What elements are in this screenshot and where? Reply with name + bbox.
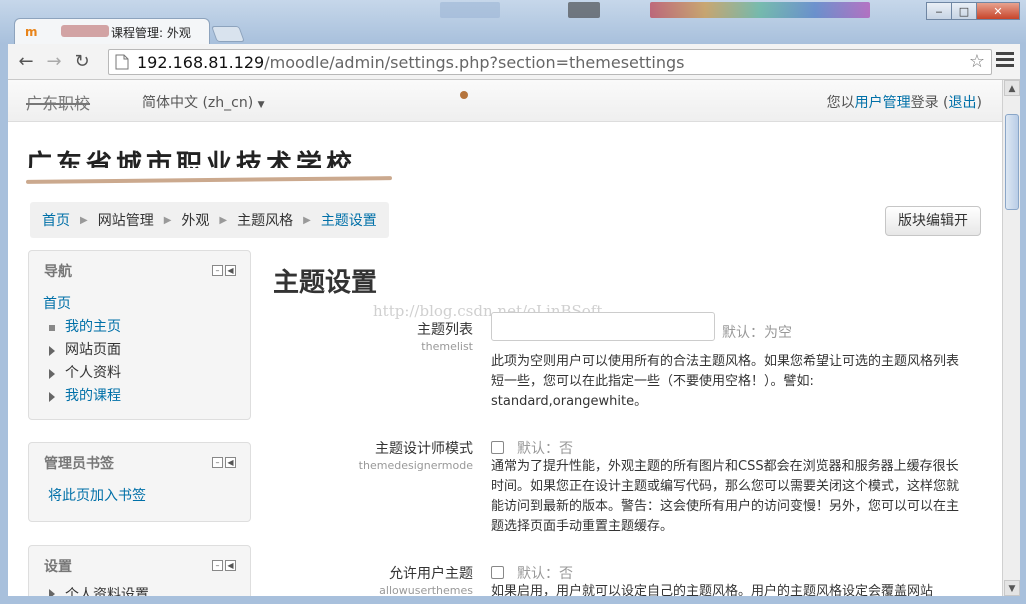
breadcrumb-separator-icon: ▶ — [80, 214, 88, 226]
block-controls: – ◀ — [212, 560, 236, 571]
themedesignermode-checkbox[interactable] — [491, 441, 504, 454]
logout-link[interactable]: 退出 — [949, 95, 977, 111]
nav-item-my-home[interactable]: 我的主页 — [43, 316, 121, 339]
desktop-decoration — [650, 2, 870, 18]
caret-down-icon: ▼ — [257, 100, 265, 110]
admin-bookmarks-block: 管理员书签 – ◀ 将此页加入书签 — [28, 442, 251, 522]
expand-arrow-icon — [49, 345, 55, 356]
settings-item-profile[interactable]: 个人资料设置 — [43, 584, 149, 596]
breadcrumb-appearance[interactable]: 外观 — [181, 210, 209, 230]
address-bar[interactable]: 192.168.81.129/moodle/admin/settings.php… — [108, 49, 992, 75]
expand-arrow-icon — [49, 391, 55, 402]
navigation-list: 首页 我的主页 网站页面 个人资料 我的课程 — [43, 293, 121, 408]
bookmark-this-page-link[interactable]: 将此页加入书签 — [48, 485, 146, 505]
breadcrumb-home[interactable]: 首页 — [42, 210, 70, 230]
blocks-editing-on-button[interactable]: 版块编辑开 — [885, 206, 981, 236]
setting-label: 允许用户主题 — [389, 566, 473, 582]
nav-item-profile[interactable]: 个人资料 — [43, 362, 121, 385]
navigation-block: 导航 – ◀ 首页 我的主页 网站页面 个人资料 我的课程 — [28, 250, 251, 420]
page-viewport: 广东职校 简体中文 (zh_cn) ▼ 您以用户管理登录 (退出) 广东省城市职… — [8, 80, 1002, 596]
login-info: 您以用户管理登录 (退出) — [826, 95, 982, 111]
cursor-dot — [460, 91, 468, 99]
breadcrumb-site-admin[interactable]: 网站管理 — [98, 210, 154, 230]
desktop-decoration — [568, 2, 600, 18]
breadcrumb-themes[interactable]: 主题风格 — [237, 210, 293, 230]
maximize-button[interactable]: □ — [951, 2, 977, 20]
nav-item-site-pages[interactable]: 网站页面 — [43, 339, 121, 362]
themelist-input[interactable] — [491, 312, 715, 341]
setting-default: 默认：为空 — [722, 325, 792, 341]
breadcrumb: 首页 ▶ 网站管理 ▶ 外观 ▶ 主题风格 ▶ 主题设置 — [30, 202, 389, 238]
allowuserthemes-checkbox[interactable] — [491, 566, 504, 579]
breadcrumb-separator-icon: ▶ — [219, 214, 228, 226]
admin-bookmarks-title: 管理员书签 — [44, 456, 114, 472]
minimize-button[interactable]: ‒ — [926, 2, 952, 20]
vertical-scrollbar[interactable]: ▲ ▼ — [1002, 80, 1020, 596]
collapse-icon[interactable]: – — [212, 457, 223, 468]
nav-item-my-courses[interactable]: 我的课程 — [43, 385, 121, 408]
redaction-stroke — [25, 176, 393, 184]
nav-home[interactable]: 首页 — [43, 293, 121, 316]
setting-default: 默认：否 — [517, 441, 573, 457]
expand-arrow-icon — [49, 368, 55, 379]
dock-icon[interactable]: ◀ — [225, 265, 236, 276]
site-header: 广东省城市职业技术学校 — [25, 150, 396, 186]
expand-arrow-icon — [49, 589, 55, 596]
moodle-favicon-icon: m — [25, 25, 38, 39]
block-controls: – ◀ — [212, 265, 236, 276]
language-menu[interactable]: 简体中文 (zh_cn) ▼ — [142, 92, 265, 112]
settings-block-title: 设置 — [44, 559, 72, 575]
breadcrumb-separator-icon: ▶ — [163, 214, 172, 226]
window-border — [0, 44, 8, 596]
settings-block: 设置 – ◀ 个人资料设置 — [28, 545, 251, 596]
navigation-block-title: 导航 — [44, 264, 72, 280]
dock-icon[interactable]: ◀ — [225, 560, 236, 571]
bookmark-star-icon[interactable]: ☆ — [969, 51, 985, 72]
scroll-down-icon[interactable]: ▼ — [1004, 580, 1020, 596]
forward-arrow-icon[interactable]: → — [44, 52, 64, 72]
collapse-icon[interactable]: – — [212, 265, 223, 276]
setting-key: allowuserthemes — [379, 584, 473, 596]
setting-description: 此项为空则用户可以使用所有的合法主题风格。如果您希望让可选的主题风格列表短一些，… — [491, 354, 960, 409]
user-profile-link[interactable]: 用户管理 — [855, 95, 911, 111]
url-text: 192.168.81.129/moodle/admin/settings.php… — [137, 53, 685, 72]
bullet-icon — [49, 324, 55, 331]
setting-description: 如果启用，用户就可以设定自己的主题风格。用户的主题风格设定会覆盖网站 — [491, 584, 934, 596]
scrollbar-thumb[interactable] — [1005, 114, 1019, 210]
setting-key: themedesignermode — [358, 459, 473, 472]
dock-icon[interactable]: ◀ — [225, 457, 236, 468]
setting-label: 主题列表 — [417, 322, 473, 338]
page-icon — [115, 54, 129, 70]
page-title: 主题设置 — [273, 268, 378, 298]
browser-toolbar: ← → ↻ 192.168.81.129/moodle/admin/settin… — [8, 44, 1020, 80]
collapse-icon[interactable]: – — [212, 560, 223, 571]
close-button[interactable]: ✕ — [976, 2, 1020, 20]
window-border — [1020, 44, 1026, 596]
window-border — [0, 596, 1026, 604]
window-titlebar: m 课程管理: 外观 ‒ □ ✕ — [0, 0, 1026, 44]
window-controls: ‒ □ ✕ — [926, 2, 1020, 20]
back-arrow-icon[interactable]: ← — [16, 52, 36, 72]
tab-title: 课程管理: 外观 — [111, 26, 191, 40]
setting-label: 主题设计师模式 — [375, 441, 473, 457]
breadcrumb-theme-settings[interactable]: 主题设置 — [321, 210, 377, 230]
setting-description: 通常为了提升性能，外观主题的所有图片和CSS都会在浏览器和服务器上缓存很长时间。… — [491, 459, 960, 534]
site-name: 广东省城市职业技术学校 — [26, 150, 357, 180]
browser-tab[interactable]: m 课程管理: 外观 — [14, 18, 210, 44]
desktop-decoration — [440, 2, 500, 18]
scroll-up-icon[interactable]: ▲ — [1004, 80, 1020, 96]
new-tab-button[interactable] — [211, 26, 245, 42]
moodle-navbar: 广东职校 简体中文 (zh_cn) ▼ 您以用户管理登录 (退出) — [8, 80, 1002, 122]
breadcrumb-separator-icon: ▶ — [303, 214, 311, 226]
browser-menu-icon[interactable] — [996, 52, 1014, 70]
setting-default: 默认：否 — [517, 566, 573, 582]
setting-key: themelist — [421, 340, 473, 353]
site-brand[interactable]: 广东职校 — [26, 90, 90, 114]
block-controls: – ◀ — [212, 457, 236, 468]
reload-icon[interactable]: ↻ — [72, 52, 92, 72]
